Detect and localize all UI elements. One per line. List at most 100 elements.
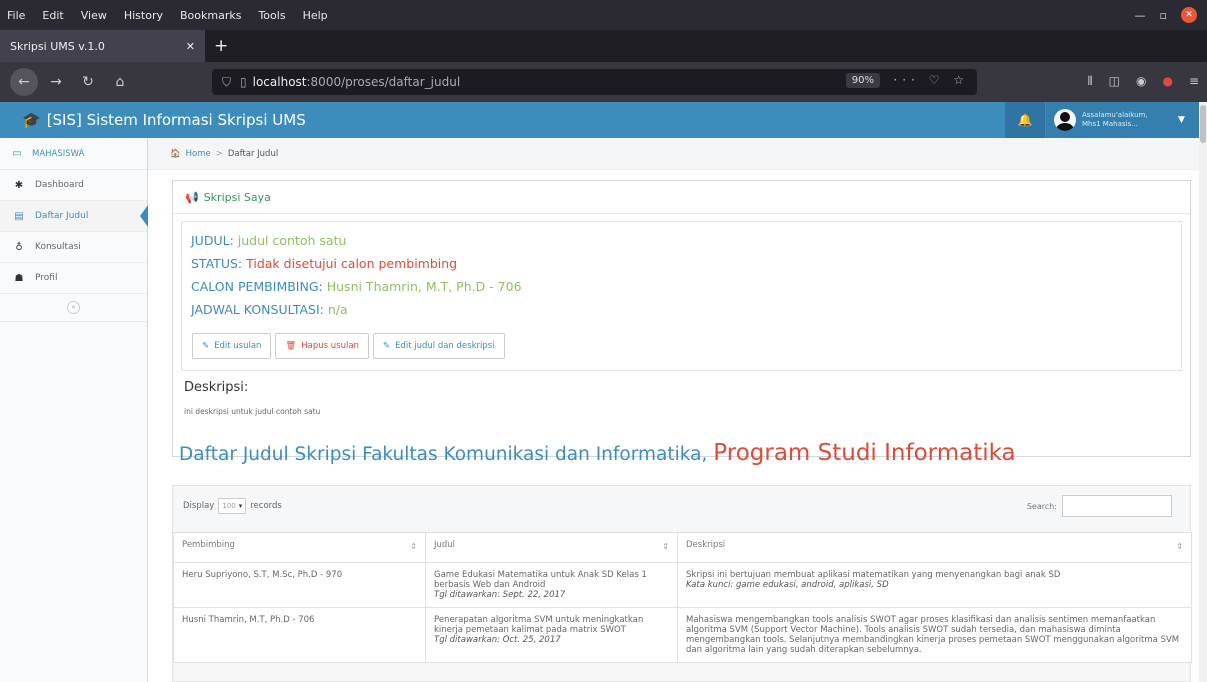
monitor-icon: ▭ — [12, 148, 22, 159]
menu-view[interactable]: View — [81, 9, 107, 22]
list-icon: ▤ — [14, 210, 24, 222]
search-label: Search: — [1026, 501, 1057, 511]
column-header-deskripsi[interactable]: Deskripsi ⇕ — [677, 532, 1192, 563]
reload-icon[interactable]: ↻ — [74, 68, 102, 96]
button-label: Edit judul dan deskripsi — [395, 341, 495, 351]
map-marker-icon: ♁ — [15, 241, 23, 253]
tab-title: Skripsi UMS v.1.0 — [10, 39, 105, 53]
menu-bookmarks[interactable]: Bookmarks — [180, 9, 241, 22]
sidebar-item-daftar-judul[interactable]: ▤ Daftar Judul — [0, 201, 148, 232]
url-host: localhost — [252, 75, 307, 89]
browser-tab[interactable]: Skripsi UMS v.1.0 ✕ — [0, 30, 205, 62]
judul-text: Game Edukasi Matematika untuk Anak SD Ke… — [434, 570, 647, 590]
site-brand[interactable]: 🎓 [SIS] Sistem Informasi Skripsi UMS — [0, 111, 306, 129]
table-row[interactable]: Heru Supriyono, S.T, M.Sc, Ph.D - 970 Ga… — [173, 562, 1192, 608]
edit-icon: ✎ — [202, 341, 210, 351]
tgl-ditawarkan: Tgl ditawarkan: Sept. 22, 2017 — [434, 590, 566, 600]
graduation-cap-icon: 🎓 — [22, 111, 41, 129]
page-actions-icon[interactable]: ··· ♡ ☆ — [893, 73, 969, 87]
breadcrumb-separator: > — [215, 148, 223, 159]
breadcrumb-current: Daftar Judul — [227, 148, 279, 159]
forward-icon[interactable]: → — [42, 68, 70, 96]
column-label: Pembimbing — [182, 540, 235, 550]
sort-icon: ⇕ — [1176, 542, 1183, 551]
edit-judul-button[interactable]: ✎ Edit judul dan deskripsi — [372, 333, 505, 359]
shield-icon: ⛉ — [222, 74, 232, 89]
url-bar[interactable]: ⛉ ▯ localhost:8000/proses/daftar_judul 9… — [212, 69, 977, 95]
search-input[interactable] — [1062, 495, 1172, 517]
calon-label: CALON PEMBIMBING: — [191, 279, 323, 294]
sort-icon: ⇕ — [410, 542, 417, 551]
page-icon: ▯ — [240, 75, 247, 89]
skripsi-saya-box: 📢 Skripsi Saya JUDUL: judul contoh satu … — [172, 180, 1191, 457]
library-icon[interactable]: ⫴ — [1088, 74, 1093, 89]
home-icon[interactable]: 🏠 — [170, 149, 181, 159]
deskripsi-text: ini deskripsi untuk judul contoh satu — [184, 407, 321, 416]
home-icon[interactable]: ⌂ — [106, 68, 134, 96]
judul-text: Penerapatan algoritma SVM untuk meningka… — [434, 615, 644, 635]
judul-value: judul contoh satu — [237, 233, 347, 248]
zoom-level[interactable]: 90% — [845, 73, 880, 88]
sidebar-toggle-icon[interactable]: ◫ — [1109, 74, 1120, 89]
addon-icon[interactable]: ● — [1162, 74, 1172, 89]
hamburger-menu-icon[interactable]: ≡ — [1189, 74, 1199, 89]
new-tab-icon[interactable]: + — [205, 30, 228, 62]
user-menu[interactable]: Assalamu'alaikum, Mhs1 Mahasis... ▼ — [1046, 102, 1199, 138]
cell-pembimbing: Heru Supriyono, S.T, M.Sc, Ph.D - 970 — [173, 562, 426, 608]
sidebar-section-label: MAHASISWA — [32, 148, 85, 159]
site-header: 🎓 [SIS] Sistem Informasi Skripsi UMS 🔔 A… — [0, 102, 1207, 138]
display-control: Display 100 ▾ records — [183, 498, 282, 514]
sidebar-item-label: Profil — [35, 273, 58, 283]
judul-table-box: Display 100 ▾ records Search: Pembimbing… — [172, 485, 1192, 682]
browser-navbar: ← → ↻ ⌂ ⛉ ▯ localhost:8000/proses/daftar… — [0, 62, 1207, 102]
column-label: Deskripsi — [686, 540, 726, 550]
dashboard-icon: ✱ — [14, 179, 24, 191]
maximize-icon[interactable]: ▫ — [1160, 9, 1167, 22]
close-tab-icon[interactable]: ✕ — [186, 40, 195, 53]
calon-value: Husni Thamrin, M.T, Ph.D - 706 — [326, 279, 522, 294]
kata-kunci: Kata kunci: game edukasi, android, aplik… — [686, 580, 889, 590]
sidebar-item-profil[interactable]: ☗ Profil — [0, 263, 147, 294]
page-scrollbar[interactable] — [1199, 102, 1207, 682]
status-label: STATUS: — [191, 256, 243, 271]
cell-deskripsi: Mahasiswa mengembangkan tools analisis S… — [677, 607, 1192, 663]
back-icon[interactable]: ← — [10, 68, 38, 96]
user-greeting: Assalamu'alaikum, — [1082, 111, 1148, 119]
menu-tools[interactable]: Tools — [258, 9, 285, 22]
sidebar-item-dashboard[interactable]: ✱ Dashboard — [0, 170, 147, 201]
menu-help[interactable]: Help — [303, 9, 328, 22]
avatar — [1054, 109, 1076, 131]
records-select[interactable]: 100 ▾ — [218, 498, 247, 514]
menu-edit[interactable]: Edit — [42, 9, 63, 22]
user-icon: ☗ — [14, 272, 24, 284]
column-header-pembimbing[interactable]: Pembimbing ⇕ — [173, 532, 426, 563]
edit-usulan-button[interactable]: ✎ Edit usulan — [192, 333, 272, 359]
user-name: Assalamu'alaikum, Mhs1 Mahasis... — [1082, 111, 1168, 129]
cell-deskripsi: Skripsi ini bertujuan membuat aplikasi m… — [677, 562, 1192, 608]
skripsi-details: JUDUL: judul contoh satu STATUS: Tidak d… — [181, 221, 1182, 371]
jadwal-line: JADWAL KONSULTASI: n/a — [191, 302, 348, 317]
browser-tabbar: Skripsi UMS v.1.0 ✕ + — [0, 30, 1207, 62]
menu-file[interactable]: File — [7, 9, 25, 22]
table-row[interactable]: Husni Thamrin, M.T, Ph.D - 706 Penerapat… — [173, 607, 1192, 663]
box-title: Skripsi Saya — [203, 190, 271, 204]
bullhorn-icon: 📢 — [185, 190, 199, 204]
hapus-usulan-button[interactable]: 🗑 Hapus usulan — [275, 333, 369, 359]
minimize-icon[interactable]: — — [1135, 9, 1146, 22]
column-header-judul[interactable]: Judul ⇕ — [425, 532, 678, 563]
sidebar-item-label: Daftar Judul — [35, 211, 89, 221]
extension-icon[interactable]: ◉ — [1136, 74, 1146, 89]
display-label: Display — [183, 501, 215, 511]
breadcrumb-home[interactable]: Home — [186, 149, 211, 159]
menu-history[interactable]: History — [124, 9, 163, 22]
calon-line: CALON PEMBIMBING: Husni Thamrin, M.T, Ph… — [191, 279, 522, 294]
close-window-icon[interactable]: ✕ — [1181, 7, 1197, 23]
collapse-sidebar-icon[interactable]: « — [67, 301, 80, 314]
chevron-down-icon: ▾ — [238, 502, 243, 510]
button-label: Hapus usulan — [301, 341, 359, 351]
notification-button[interactable]: 🔔 — [1005, 102, 1045, 138]
records-label: records — [250, 501, 282, 511]
status-line: STATUS: Tidak disetujui calon pembimbing — [191, 256, 457, 271]
sidebar-item-konsultasi[interactable]: ♁ Konsultasi — [0, 232, 147, 263]
cell-judul: Penerapatan algoritma SVM untuk meningka… — [425, 607, 678, 663]
